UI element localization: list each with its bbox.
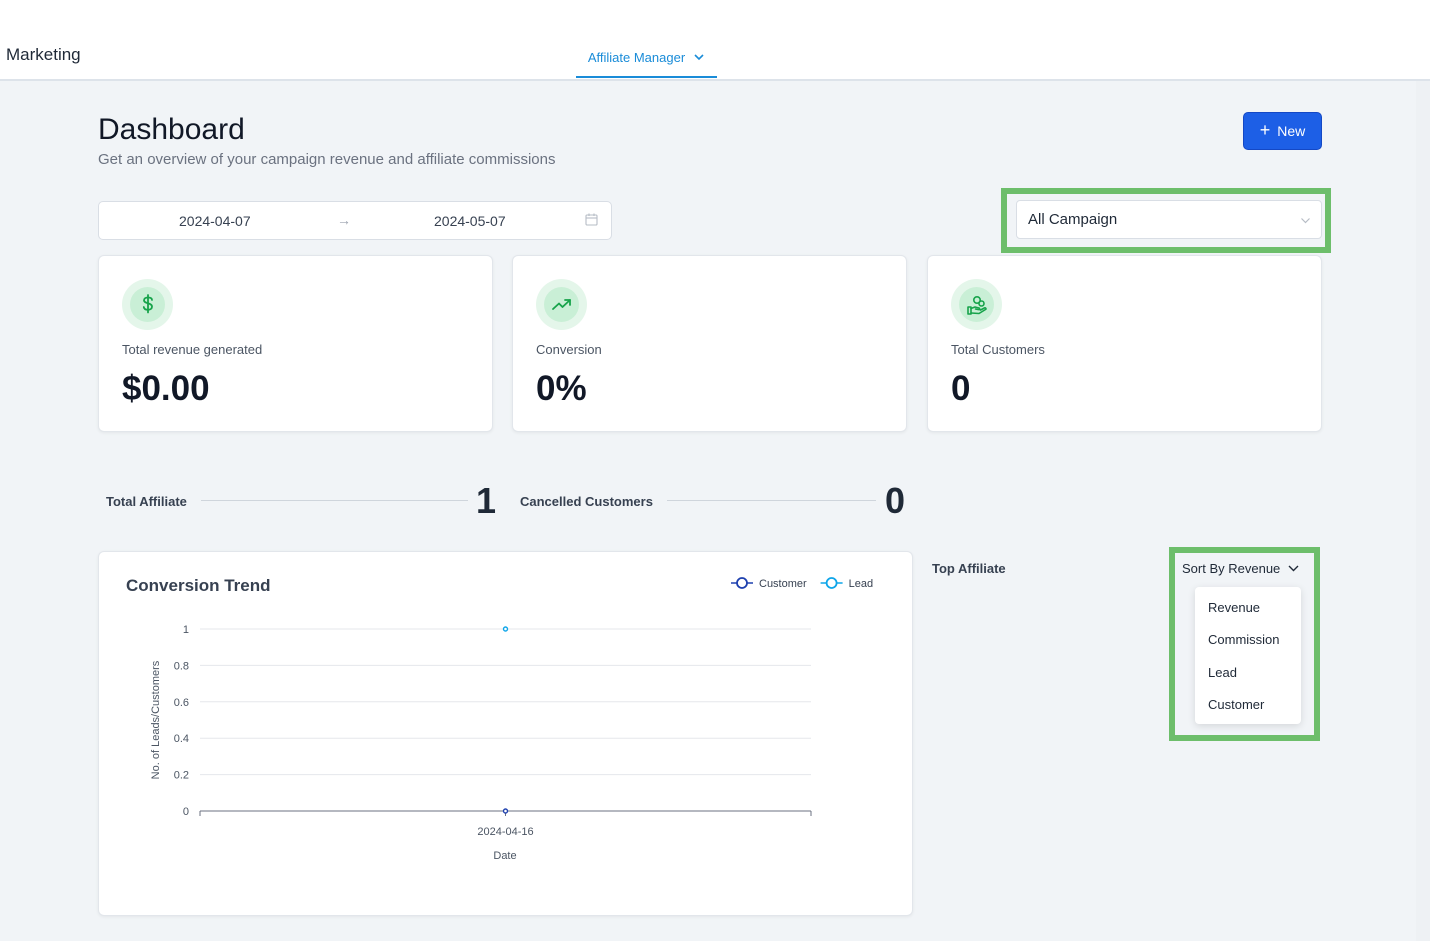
cancelled-customers-label: Cancelled Customers <box>520 494 653 509</box>
campaign-filter-highlight: All Campaign <box>1001 188 1331 253</box>
stat-card-conversion: Conversion 0% <box>512 255 907 432</box>
new-button[interactable]: + New <box>1243 112 1322 150</box>
page-title: Dashboard <box>98 113 245 146</box>
date-range-picker[interactable]: 2024-04-07 → 2024-05-07 <box>98 201 612 240</box>
total-affiliate-value: 1 <box>476 480 497 521</box>
top-bar: Marketing Affiliate Manager <box>0 0 1430 81</box>
conversion-trend-card: Conversion Trend 0 0.2 0.4 0.6 0.8 1 2024-04-1… <box>98 551 913 916</box>
cancelled-customers-value: 0 <box>885 480 906 521</box>
legend-label: Customer <box>759 578 807 590</box>
trending-up-icon <box>551 298 571 310</box>
y-axis-label: No. of Leads/Customers <box>150 660 162 779</box>
campaign-select[interactable]: All Campaign <box>1016 200 1322 239</box>
stat-label: Conversion <box>536 342 602 357</box>
dollar-icon <box>142 293 153 313</box>
conversion-trend-chart: 0 0.2 0.4 0.6 0.8 1 2024-04-16 Date No. of Leads… <box>150 577 873 862</box>
legend-swatch-marker <box>736 577 748 589</box>
stat-value: 0 <box>951 369 971 408</box>
data-point-lead <box>502 626 509 632</box>
sort-dropdown-highlight: Sort By Revenue Revenue Commission Lead … <box>1169 547 1320 741</box>
x-axis-label: Date <box>493 850 516 862</box>
date-start[interactable]: 2024-04-07 <box>179 213 251 229</box>
y-tick-label: 1 <box>183 624 189 636</box>
y-tick-label: 0.8 <box>174 660 189 672</box>
campaign-select-value: All Campaign <box>1028 211 1118 228</box>
sort-by-label: Sort By Revenue <box>1182 561 1281 576</box>
stat-value: $0.00 <box>122 369 210 408</box>
page-subtitle: Get an overview of your campaign revenue… <box>98 151 556 168</box>
plus-icon: + <box>1259 120 1271 140</box>
brand-title: Marketing <box>6 45 81 64</box>
calendar-icon <box>585 213 598 226</box>
chevron-down-icon <box>694 54 704 61</box>
tab-affiliate-manager[interactable]: Affiliate Manager <box>576 38 717 78</box>
x-tick-label: 2024-04-16 <box>477 826 533 838</box>
scrollbar-track[interactable] <box>1416 81 1430 941</box>
conversion-icon-badge <box>536 279 587 330</box>
stat-label: Total Customers <box>951 342 1045 357</box>
y-tick-label: 0.4 <box>174 733 189 745</box>
stat-card-revenue: Total revenue generated $0.00 <box>98 255 493 432</box>
new-button-label: New <box>1277 123 1306 139</box>
y-tick-label: 0 <box>183 806 189 818</box>
date-end[interactable]: 2024-05-07 <box>434 213 506 229</box>
sort-option-customer[interactable]: Customer <box>1195 689 1301 722</box>
sort-option-commission[interactable]: Commission <box>1195 624 1301 657</box>
stat-label: Total revenue generated <box>122 342 263 357</box>
chevron-down-icon <box>1288 565 1299 572</box>
tab-label: Affiliate Manager <box>587 49 686 65</box>
legend-swatch-marker <box>825 577 838 589</box>
divider <box>667 500 876 501</box>
y-tick-label: 0.6 <box>174 697 189 709</box>
sort-option-lead[interactable]: Lead <box>1195 656 1301 689</box>
chevron-down-icon <box>1301 218 1310 224</box>
sort-option-revenue[interactable]: Revenue <box>1195 591 1301 624</box>
revenue-icon-badge <box>122 279 173 330</box>
customers-icon-badge <box>951 279 1002 330</box>
stat-card-customers: Total Customers 0 <box>927 255 1322 432</box>
y-tick-label: 0.2 <box>174 770 189 782</box>
sort-by-dropdown[interactable]: Sort By Revenue <box>1182 561 1299 576</box>
stat-value: 0% <box>536 369 587 408</box>
top-affiliate-label: Top Affiliate <box>932 561 1006 576</box>
sort-by-menu: Revenue Commission Lead Customer <box>1195 587 1301 724</box>
total-affiliate-label: Total Affiliate <box>106 494 187 509</box>
divider <box>201 500 468 501</box>
legend-label: Lead <box>849 578 873 590</box>
data-point-customer <box>502 808 509 814</box>
arrow-right-icon: → <box>337 212 351 228</box>
customers-icon <box>966 295 987 315</box>
